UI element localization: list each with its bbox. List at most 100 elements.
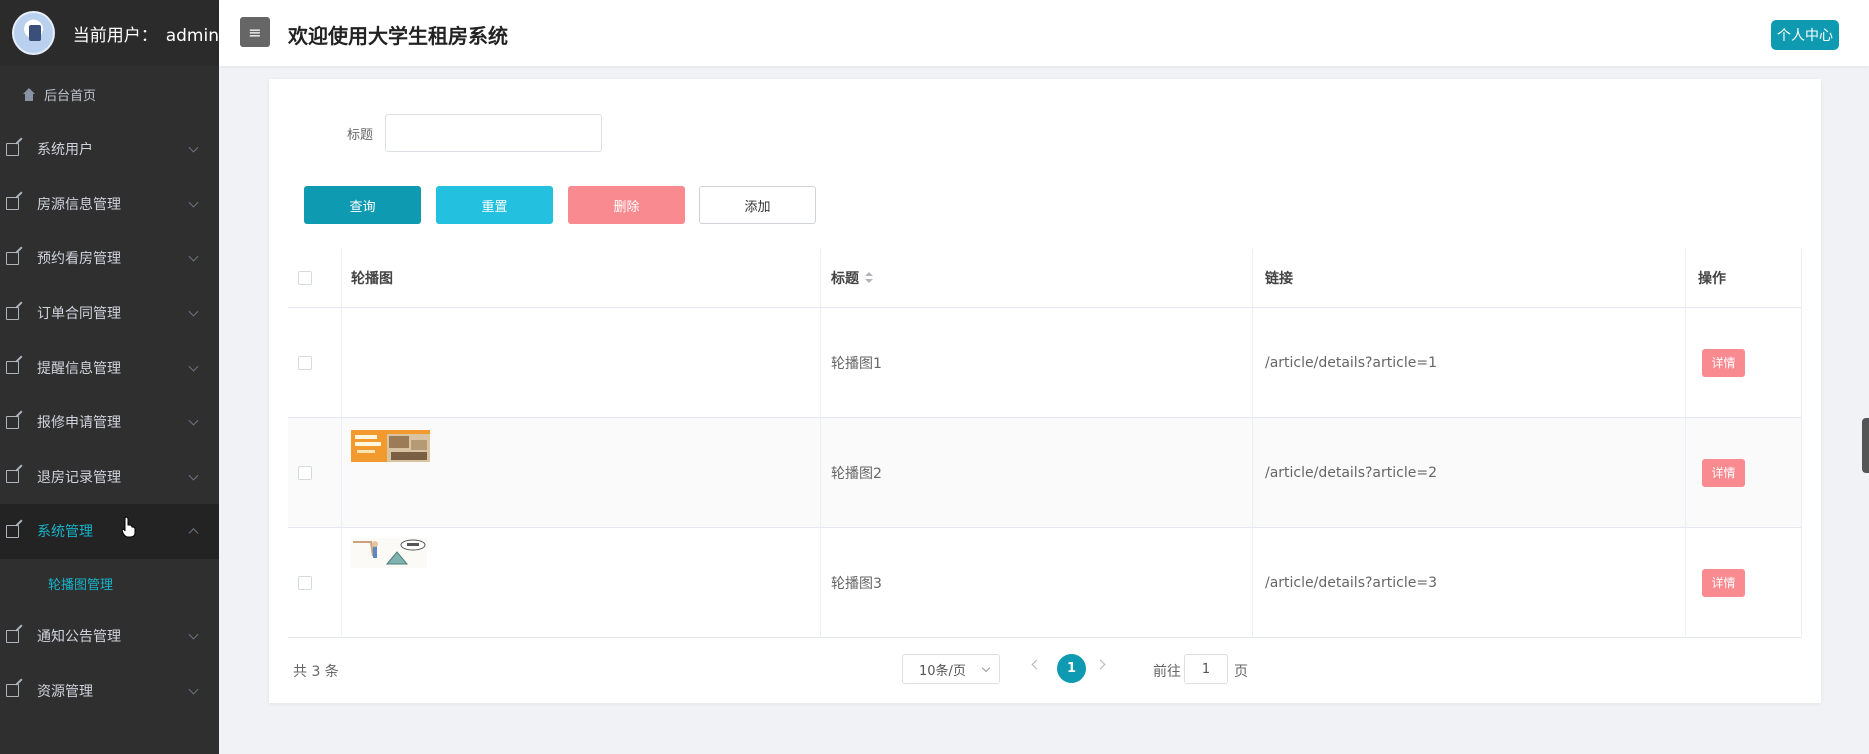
chevron-down-icon: [188, 415, 199, 426]
sidebar-item-announcements[interactable]: 通知公告管理: [0, 609, 219, 664]
goto-page-input[interactable]: 1: [1184, 654, 1228, 684]
edit-icon: [6, 629, 19, 643]
page-size-select[interactable]: 10条/页: [902, 654, 1000, 684]
title-filter-input[interactable]: [385, 114, 602, 152]
edit-icon: [6, 306, 19, 320]
column-header-image: 轮播图: [351, 271, 393, 287]
home-icon: [22, 87, 36, 101]
edit-icon: [6, 251, 19, 265]
edit-icon: [6, 197, 19, 211]
delete-button[interactable]: 删除: [568, 186, 685, 224]
page-suffix-label: 页: [1234, 664, 1248, 680]
search-button[interactable]: 查询: [304, 186, 421, 224]
detail-button[interactable]: 详情: [1702, 458, 1745, 487]
column-header-actions: 操作: [1698, 271, 1726, 287]
sidebar-item-home[interactable]: 后台首页: [0, 66, 219, 122]
edit-icon: [6, 142, 19, 156]
select-all-cell: [298, 249, 328, 307]
hamburger-icon: ≡: [248, 22, 262, 42]
row-checkbox[interactable]: [298, 575, 312, 590]
add-button[interactable]: 添加: [699, 186, 816, 224]
page-size-value: 10条/页: [919, 663, 966, 679]
current-user: 当前用户： admin: [73, 21, 219, 46]
current-username: admin: [165, 25, 219, 46]
row-action-cell: 详情: [1702, 308, 1745, 417]
table-row: 轮播图3 /article/details?article=3 详情: [288, 528, 1802, 638]
table-row: 轮播图1 /article/details?article=1 详情: [288, 308, 1802, 418]
column-divider: [1252, 249, 1253, 636]
chevron-down-icon: [188, 142, 199, 153]
sidebar-subitem-label: 轮播图管理: [48, 578, 114, 594]
row-title: 轮播图2: [831, 465, 882, 482]
sidebar: 当前用户： admin 后台首页 系统用户 房源信息管理 预约看房管理 订单合同管…: [0, 0, 219, 754]
chevron-up-icon: [188, 528, 199, 539]
sidebar-item-label: 报修申请管理: [37, 415, 121, 432]
sidebar-item-viewings[interactable]: 预约看房管理: [0, 231, 219, 286]
title-filter-label: 标题: [347, 128, 374, 143]
carousel-thumbnail: [351, 538, 427, 568]
chevron-down-icon: [188, 252, 199, 263]
row-checkbox[interactable]: [298, 355, 312, 370]
sidebar-item-label: 资源管理: [37, 683, 93, 700]
column-header-link: 链接: [1265, 271, 1293, 287]
sidebar-item-label: 退房记录管理: [37, 469, 121, 486]
next-page-icon[interactable]: [1095, 659, 1106, 670]
goto-label: 前往: [1153, 664, 1181, 680]
edit-icon: [6, 361, 19, 375]
sidebar-item-label: 系统管理: [37, 524, 93, 541]
sidebar-item-checkouts[interactable]: 退房记录管理: [0, 450, 219, 505]
chevron-down-icon: [981, 663, 991, 673]
row-title: 轮播图1: [831, 355, 882, 372]
row-checkbox[interactable]: [298, 465, 312, 480]
user-panel: 当前用户： admin: [0, 0, 219, 66]
top-header: ≡ 欢迎使用大学生租房系统 个人中心: [219, 0, 1869, 66]
column-header-title[interactable]: 标题: [831, 249, 873, 307]
row-link: /article/details?article=3: [1265, 574, 1437, 591]
profile-button[interactable]: 个人中心: [1771, 20, 1839, 50]
detail-button[interactable]: 详情: [1702, 348, 1745, 377]
page-number-current[interactable]: 1: [1057, 654, 1086, 683]
total-count: 共 3 条: [293, 664, 339, 680]
column-divider: [1801, 249, 1802, 636]
chevron-down-icon: [188, 306, 199, 317]
chevron-down-icon: [188, 197, 199, 208]
row-title: 轮播图3: [831, 575, 882, 592]
sidebar-item-reminders[interactable]: 提醒信息管理: [0, 340, 219, 395]
sidebar-item-listings[interactable]: 房源信息管理: [0, 177, 219, 232]
sidebar-item-label: 系统用户: [37, 142, 93, 159]
scroll-handle[interactable]: [1862, 418, 1869, 473]
table-header: 轮播图 标题 链接 操作: [288, 249, 1802, 308]
column-divider: [820, 249, 821, 636]
detail-button[interactable]: 详情: [1702, 568, 1745, 597]
row-link: /article/details?article=2: [1265, 464, 1437, 481]
sidebar-item-contracts[interactable]: 订单合同管理: [0, 286, 219, 341]
edit-icon: [6, 524, 19, 538]
row-select-cell: [298, 418, 312, 527]
column-header-title-label: 标题: [831, 271, 859, 287]
table-row: 轮播图2 /article/details?article=2 详情: [288, 418, 1802, 528]
sidebar-item-label: 通知公告管理: [37, 629, 121, 646]
sidebar-item-resources[interactable]: 资源管理: [0, 663, 219, 718]
chevron-down-icon: [188, 684, 199, 695]
prev-page-icon[interactable]: [1031, 659, 1042, 670]
sidebar-item-label: 后台首页: [44, 88, 97, 104]
reset-button[interactable]: 重置: [436, 186, 553, 224]
select-all-checkbox[interactable]: [298, 271, 312, 285]
sidebar-item-repairs[interactable]: 报修申请管理: [0, 395, 219, 450]
row-select-cell: [298, 308, 312, 417]
page-title: 欢迎使用大学生租房系统: [288, 24, 508, 48]
sidebar-item-label: 房源信息管理: [37, 196, 121, 213]
sidebar-item-system-management[interactable]: 系统管理: [0, 504, 219, 559]
sidebar-subitem-carousel[interactable]: 轮播图管理: [0, 559, 219, 609]
carousel-thumbnail: [351, 430, 430, 462]
mouse-pointer-icon: [122, 516, 136, 538]
row-action-cell: 详情: [1702, 418, 1745, 527]
sidebar-item-label: 预约看房管理: [37, 251, 121, 268]
menu-toggle-button[interactable]: ≡: [240, 17, 270, 47]
chevron-down-icon: [188, 361, 199, 372]
chevron-down-icon: [188, 629, 199, 640]
chevron-down-icon: [188, 470, 199, 481]
sidebar-item-system-users[interactable]: 系统用户: [0, 122, 219, 177]
sort-icon[interactable]: [865, 272, 873, 284]
edit-icon: [6, 470, 19, 484]
